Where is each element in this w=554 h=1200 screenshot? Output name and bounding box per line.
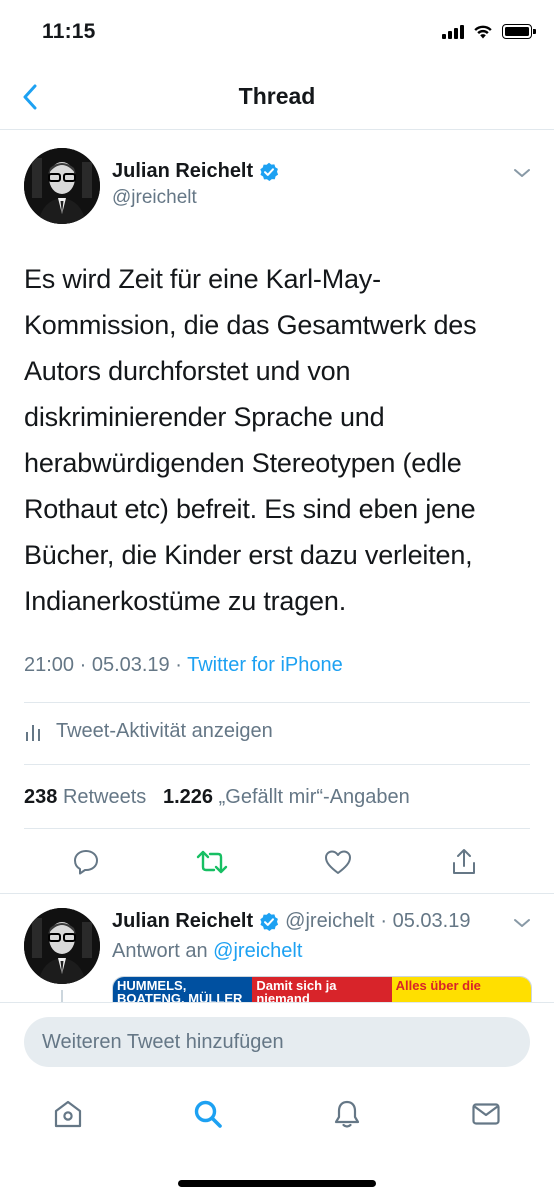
divider [24, 702, 530, 703]
tweet-text-line: Kommission, die das Gesamtwerk des [24, 310, 477, 340]
tweet-text-line: Autors durchforstet und von [24, 356, 351, 386]
cellular-signal-icon [442, 24, 464, 39]
likes-stat[interactable]: 1.226 „Gefällt mir“-Angaben [163, 786, 410, 808]
page-title: Thread [238, 83, 316, 109]
reply-author-handle[interactable]: @jreichelt [285, 910, 374, 933]
status-icons [442, 24, 536, 39]
nav-bar: Thread [0, 64, 554, 130]
like-button[interactable] [318, 840, 358, 884]
avatar[interactable] [24, 908, 100, 984]
reply-author-name[interactable]: Julian Reichelt [112, 910, 253, 933]
retweet-icon [196, 850, 228, 874]
share-button[interactable] [444, 840, 484, 884]
reply-tweet[interactable]: Julian Reichelt @jreichelt · 05.03.19 An… [0, 894, 554, 1002]
search-icon [194, 1100, 222, 1128]
divider [24, 828, 530, 829]
retweet-count: 238 [24, 786, 58, 808]
like-count: 1.226 [162, 786, 214, 808]
chevron-down-icon[interactable] [512, 916, 532, 930]
share-icon [453, 849, 475, 874]
tweet-activity-label: Tweet-Aktivität anzeigen [56, 720, 273, 742]
reply-to-link[interactable]: @jreichelt [213, 940, 302, 962]
reply-button[interactable] [66, 840, 106, 884]
tweet-timestamp: 21:00 · 05.03.19 · Twitter for iPhone [24, 654, 343, 677]
comment-icon [74, 850, 98, 875]
verified-badge-icon [260, 162, 279, 181]
status-time: 11:15 [42, 20, 96, 43]
tweet-text-line: herabwürdigenden Stereotypen (edle [24, 448, 462, 478]
status-bar: 11:15 [0, 0, 554, 64]
tweet-actions [0, 840, 554, 890]
tweet-text-line: Rothaut etc) befreit. Es sind eben jene [24, 494, 476, 524]
author-name[interactable]: Julian Reichelt [112, 160, 279, 183]
verified-badge-icon [260, 912, 279, 931]
avatar[interactable] [24, 148, 100, 224]
compose-bar: Weiteren Tweet hinzufügen [0, 1002, 554, 1078]
tab-messages[interactable] [466, 1094, 506, 1134]
reply-header: Julian Reichelt @jreichelt · 05.03.19 [112, 910, 470, 933]
envelope-icon [472, 1103, 500, 1125]
tweet-time-date: 21:00 · 05.03.19 · [24, 654, 188, 676]
divider [24, 764, 530, 765]
battery-icon [502, 24, 536, 39]
wifi-icon [474, 25, 492, 39]
author-name-text: Julian Reichelt [112, 160, 254, 182]
reply-prefix: Antwort an [112, 940, 214, 962]
retweet-button[interactable] [192, 840, 232, 884]
tweet-text-line: Es wird Zeit für eine Karl-May- [24, 264, 381, 294]
author-handle[interactable]: @jreichelt [112, 187, 197, 209]
media-headline: HUMMELS, BOATENG, MÜLLER [113, 977, 253, 1002]
tweet-text: Es wird Zeit für eine Karl-May- Kommissi… [24, 256, 534, 624]
retweet-label: Retweets [62, 786, 147, 808]
tweet-activity-link[interactable]: Tweet-Aktivität anzeigen [24, 720, 273, 743]
heart-icon [325, 850, 351, 874]
tab-notifications[interactable] [327, 1094, 367, 1134]
retweets-stat[interactable]: 238 Retweets [24, 786, 146, 808]
reply-context: Antwort an @jreichelt [112, 940, 302, 963]
tweet-media-image[interactable]: HUMMELS, BOATENG, MÜLLER Damit sich ja n… [112, 976, 532, 1002]
like-label: „Gefällt mir“-Angaben [218, 786, 410, 808]
reply-date: · 05.03.19 [380, 910, 471, 932]
tab-search[interactable] [188, 1094, 228, 1134]
thread-line [61, 990, 63, 1002]
tab-home[interactable] [48, 1094, 88, 1134]
add-tweet-input[interactable]: Weiteren Tweet hinzufügen [24, 1017, 530, 1067]
tweet-text-line: Indianerkostüme zu tragen. [24, 586, 346, 616]
chevron-down-icon[interactable] [512, 166, 532, 180]
tweet-text-line: diskriminierender Sprache und [24, 402, 385, 432]
tweet-source-link[interactable]: Twitter for iPhone [187, 654, 343, 676]
engagement-counts: 238 Retweets 1.226 „Gefällt mir“-Angaben [24, 786, 410, 809]
media-headline: Damit sich ja niemand diskriminiert fühl… [252, 977, 392, 1002]
tweet-text-line: Bücher, die Kinder erst dazu verleiten, [24, 540, 473, 570]
bar-chart-icon [26, 724, 40, 741]
home-icon [54, 1100, 82, 1128]
home-indicator [178, 1180, 376, 1187]
media-headline: Alles über die [391, 977, 531, 1002]
bell-icon [334, 1100, 360, 1128]
